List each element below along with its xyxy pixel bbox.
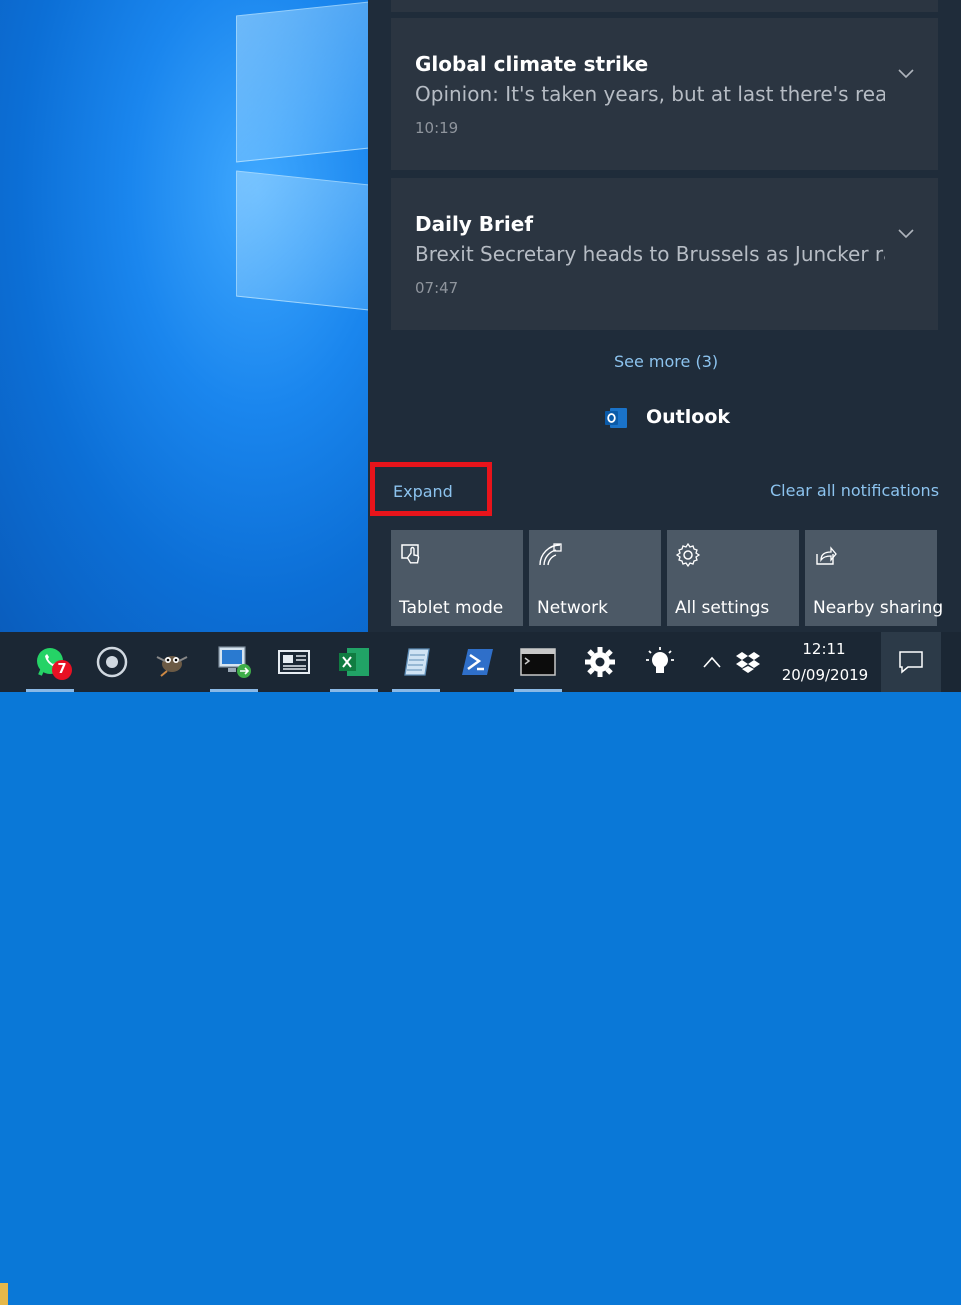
clear-all-notifications-button[interactable]: Clear all notifications xyxy=(770,481,939,500)
desktop-wallpaper xyxy=(0,0,368,632)
notepad-icon xyxy=(404,648,430,676)
excel-icon xyxy=(339,648,369,676)
tray-dropbox[interactable] xyxy=(724,632,772,692)
chevron-down-icon[interactable] xyxy=(896,224,916,244)
taskbar-app-partial[interactable] xyxy=(0,1283,8,1305)
clock-time[interactable]: 12:11 xyxy=(792,640,856,658)
notification-card[interactable]: Daily Brief Brexit Secretary heads to Br… xyxy=(391,178,938,330)
taskbar-app-notepad[interactable] xyxy=(388,632,444,692)
notification-icon xyxy=(899,651,923,674)
cortana-icon xyxy=(96,646,128,678)
action-center-button[interactable] xyxy=(881,632,941,692)
windows-logo-pane-top xyxy=(236,0,368,163)
nearby-sharing-icon xyxy=(816,546,837,565)
taskbar-app-settings[interactable] xyxy=(572,632,628,692)
expand-button[interactable]: Expand xyxy=(393,482,453,501)
command-prompt-icon xyxy=(520,648,556,676)
tips-bulb-icon xyxy=(646,647,674,673)
quick-action-all-settings[interactable]: All settings xyxy=(667,530,799,626)
remote-desktop-icon xyxy=(218,646,251,678)
notification-time: 07:47 xyxy=(415,279,459,297)
see-more-link[interactable]: See more (3) xyxy=(614,352,718,371)
chevron-up-icon xyxy=(703,656,721,668)
quick-action-tablet-mode[interactable]: Tablet mode xyxy=(391,530,523,626)
taskbar-app-powershell[interactable] xyxy=(450,632,506,692)
news-icon xyxy=(278,650,310,674)
notification-title: Daily Brief xyxy=(415,212,534,236)
quick-action-nearby-sharing[interactable]: Nearby sharing xyxy=(805,530,943,626)
taskbar-cortana[interactable] xyxy=(84,632,140,692)
tablet-mode-icon xyxy=(401,544,420,564)
powershell-icon xyxy=(462,649,493,675)
quick-action-label: Nearby sharing xyxy=(813,598,944,618)
notification-card-partial xyxy=(391,0,938,12)
chevron-down-icon[interactable] xyxy=(896,64,916,84)
notification-count-badge: 7 xyxy=(52,660,72,680)
quick-action-network[interactable]: Network xyxy=(529,530,661,626)
taskbar-app-tips[interactable] xyxy=(632,632,688,692)
taskbar-app-whatsapp[interactable]: 7 xyxy=(22,632,78,692)
taskbar-app-news[interactable] xyxy=(266,632,322,692)
taskbar-app-gimp[interactable] xyxy=(144,632,200,692)
network-icon xyxy=(539,543,562,566)
settings-gear-icon xyxy=(675,542,701,568)
taskbar-app-command-prompt[interactable] xyxy=(510,632,566,692)
taskbar-app-excel[interactable] xyxy=(326,632,382,692)
quick-action-label: Network xyxy=(537,598,608,618)
dropbox-icon xyxy=(736,652,760,673)
notification-body: Opinion: It's taken years, but at last t… xyxy=(415,82,885,106)
notification-card[interactable]: Global climate strike Opinion: It's take… xyxy=(391,18,938,170)
app-group-name: Outlook xyxy=(646,406,731,428)
quick-action-label: Tablet mode xyxy=(399,598,504,618)
clock-date[interactable]: 20/09/2019 xyxy=(776,666,874,684)
action-center-panel: Global climate strike Opinion: It's take… xyxy=(368,0,961,632)
notification-body: Brexit Secretary heads to Brussels as Ju… xyxy=(415,242,885,266)
windows-logo-pane-bottom xyxy=(236,170,368,312)
gimp-icon xyxy=(156,656,188,677)
notification-title: Global climate strike xyxy=(415,52,649,76)
outlook-icon xyxy=(605,408,627,428)
settings-icon xyxy=(585,647,615,677)
quick-action-label: All settings xyxy=(675,598,770,618)
taskbar-app-remote-desktop[interactable] xyxy=(206,632,262,692)
notification-time: 10:19 xyxy=(415,119,459,137)
